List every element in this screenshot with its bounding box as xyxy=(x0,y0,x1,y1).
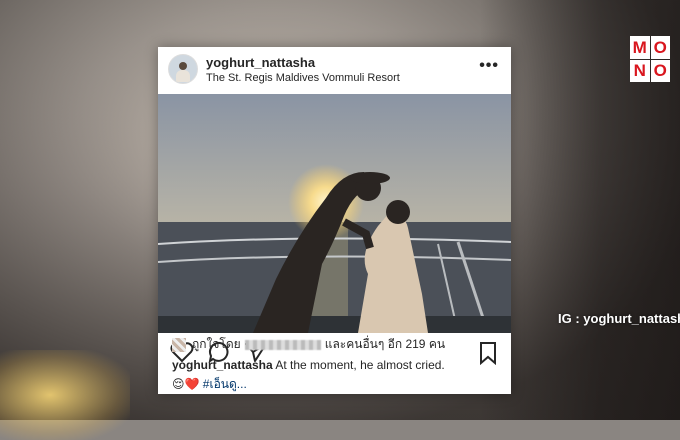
likes-line: ถูกใจโดย และคนอื่นๆ อีก 219 คน xyxy=(172,335,445,354)
blurred-liker-name xyxy=(244,339,321,350)
bookmark-icon[interactable] xyxy=(478,341,498,365)
post-caption: yoghurt_nattasha At the moment, he almos… xyxy=(172,358,445,372)
post-header: yoghurt_nattasha The St. Regis Maldives … xyxy=(158,47,511,93)
post-photo[interactable] xyxy=(158,94,511,333)
ig-credit-text: IG : yoghurt_nattasha xyxy=(558,311,680,326)
caption-text: At the moment, he almost cried. xyxy=(275,358,445,372)
post-caption-continued: 😌❤️ #เอ็นดู... xyxy=(172,375,247,394)
post-location[interactable]: The St. Regis Maldives Vommuli Resort xyxy=(206,72,400,84)
avatar[interactable] xyxy=(168,54,198,84)
post-username[interactable]: yoghurt_nattasha xyxy=(206,55,315,70)
instagram-post-card: yoghurt_nattasha The St. Regis Maldives … xyxy=(158,47,511,394)
channel-logo: M O N O xyxy=(630,36,670,82)
background-glow xyxy=(0,350,130,440)
caption-hashtag[interactable]: #เอ็นดู... xyxy=(203,377,247,391)
more-icon[interactable]: ••• xyxy=(479,57,499,75)
liker-avatar[interactable] xyxy=(172,337,186,352)
caption-username[interactable]: yoghurt_nattasha xyxy=(172,358,273,372)
caption-emojis: 😌❤️ xyxy=(172,377,200,391)
